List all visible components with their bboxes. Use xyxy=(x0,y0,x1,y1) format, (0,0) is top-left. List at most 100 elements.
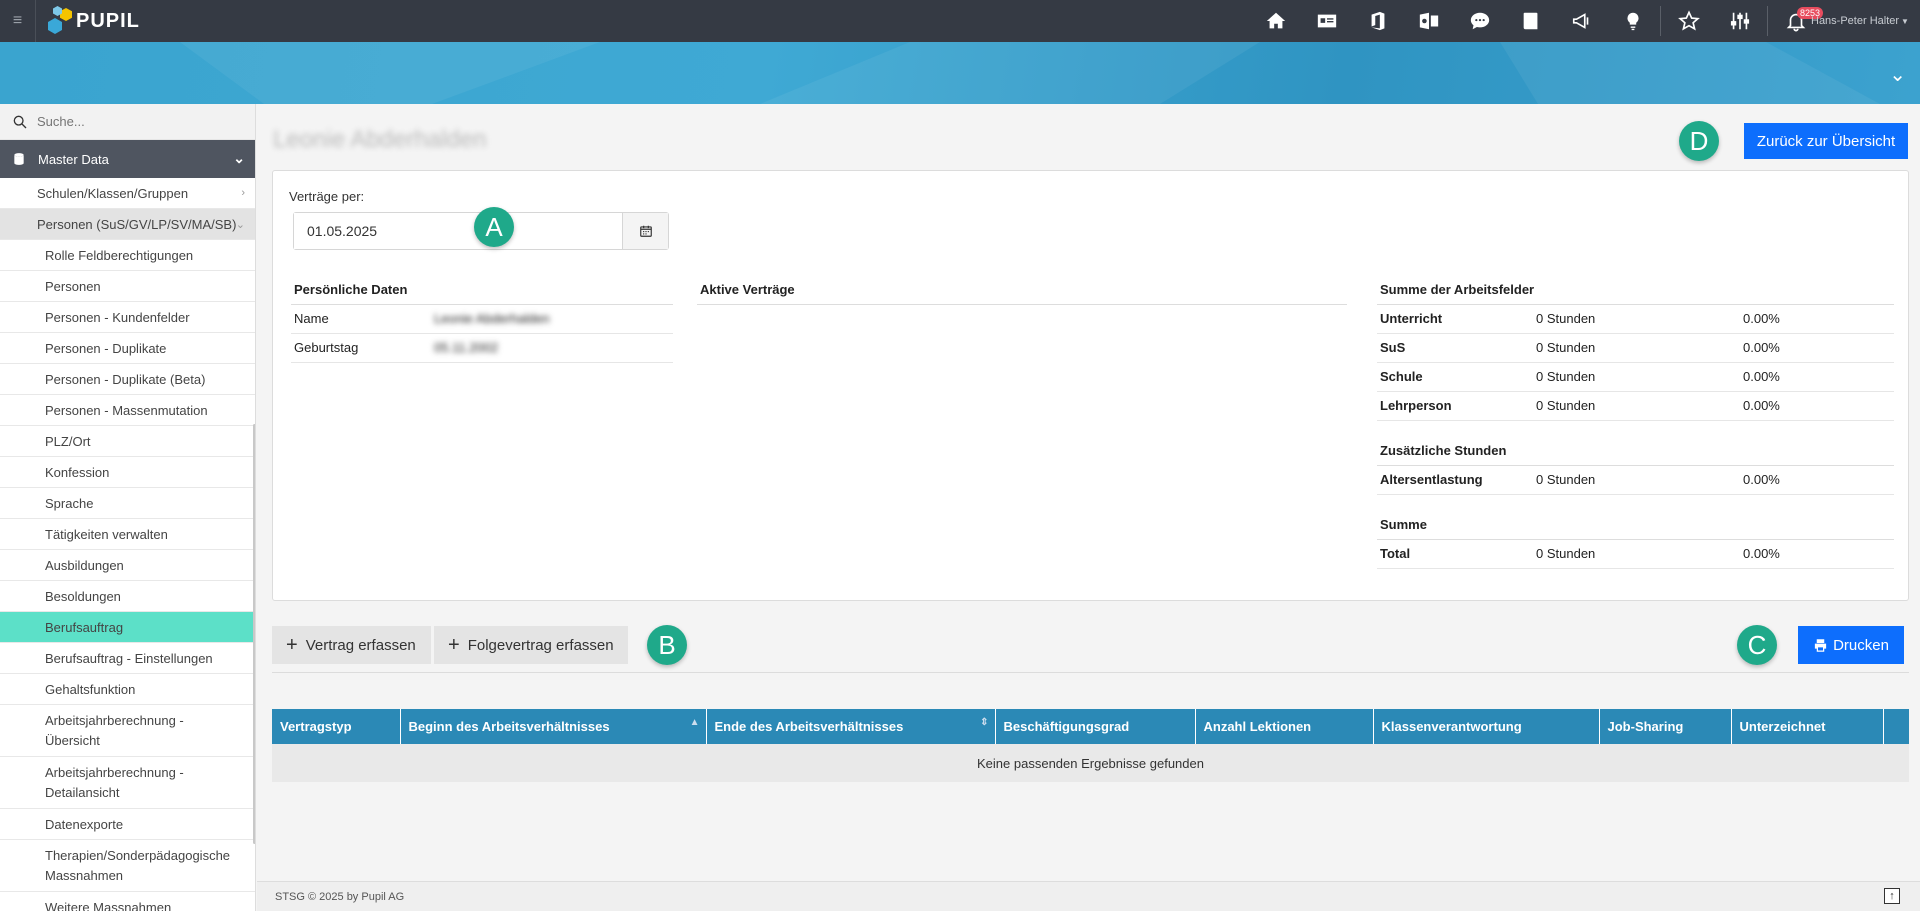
summary-percent: 0.00% xyxy=(1740,333,1894,363)
star-icon[interactable] xyxy=(1663,0,1714,42)
sidebar-item-label: Personen - Duplikate (Beta) xyxy=(45,371,206,387)
column-header-unterzeichnet[interactable]: Unterzeichnet xyxy=(1731,709,1884,744)
sidebar-item-personen-kundenfelder[interactable]: Personen - Kundenfelder xyxy=(0,302,255,333)
summary-hours: 0 Stunden xyxy=(1533,539,1740,569)
sidebar-item-berufsauftrag-einstellungen[interactable]: Berufsauftrag - Einstellungen xyxy=(0,643,255,674)
plus-icon: + xyxy=(286,634,298,656)
sidebar-item-label: Besoldungen xyxy=(45,588,121,604)
collapse-banner-chevron-icon[interactable]: ⌄ xyxy=(1889,62,1906,87)
footer-text: STSG © 2025 by Pupil AG xyxy=(275,890,405,903)
sidebar-item-sprache[interactable]: Sprache xyxy=(0,488,255,519)
add-contract-button[interactable]: + Vertrag erfassen xyxy=(272,626,431,664)
sidebar-item-rolle-feldberechtigungen[interactable]: Rolle Feldberechtigungen xyxy=(0,240,255,271)
back-to-overview-button[interactable]: Zurück zur Übersicht xyxy=(1744,123,1908,159)
total-title: Summe xyxy=(1377,510,1894,540)
personal-label: Name xyxy=(291,304,431,334)
office-icon[interactable] xyxy=(1352,0,1403,42)
sidebar-item-schulen[interactable]: Schulen/Klassen/Gruppen › xyxy=(0,178,255,209)
pupil-logo[interactable]: PUPIL xyxy=(48,0,140,42)
column-header-actions xyxy=(1883,709,1909,744)
sidebar-item-personen-massenmutation[interactable]: Personen - Massenmutation xyxy=(0,395,255,426)
sidebar-item-therapien[interactable]: Therapien/Sonderpädagogische Massnahmen xyxy=(0,840,255,892)
column-header-beschaeftigungsgrad[interactable]: Beschäftigungsgrad xyxy=(995,709,1196,744)
print-button[interactable]: Drucken xyxy=(1798,626,1904,664)
grid-header-row: Vertragstyp Beginn des Arbeitsverhältnis… xyxy=(272,709,1909,744)
sidebar-item-label: Arbeitsjahrberechnung - Übersicht xyxy=(45,712,184,748)
sidebar-item-personen[interactable]: Personen xyxy=(0,271,255,302)
sliders-icon[interactable] xyxy=(1714,0,1765,42)
add-followup-contract-button[interactable]: + Folgevertrag erfassen xyxy=(434,626,628,664)
sidebar-item-arbeitsjahr-detailansicht[interactable]: Arbeitsjahrberechnung - Detailansicht xyxy=(0,757,255,809)
sidebar-item-berufsauftrag[interactable]: Berufsauftrag xyxy=(0,612,255,643)
lightbulb-icon[interactable] xyxy=(1607,0,1658,42)
header-banner: ⌄ xyxy=(0,42,1920,104)
sidebar-item-personen-duplikate-beta[interactable]: Personen - Duplikate (Beta) xyxy=(0,364,255,395)
calendar-button[interactable] xyxy=(622,213,668,249)
megaphone-icon[interactable] xyxy=(1556,0,1607,42)
summary-percent: 0.00% xyxy=(1740,539,1894,569)
summary-title: Summe der Arbeitsfelder xyxy=(1377,275,1894,305)
marker-c: C xyxy=(1737,625,1777,665)
personal-value: Leonie Abderhalden xyxy=(431,304,673,334)
divider xyxy=(272,672,1909,673)
sidebar-item-label: Sprache xyxy=(45,495,94,511)
table-row: Altersentlastung 0 Stunden 0.00% xyxy=(1377,465,1894,495)
sidebar-item-personen-group[interactable]: Personen (SuS/GV/LP/SV/MA/SB) ⌄ xyxy=(0,209,255,240)
marker-d: D xyxy=(1679,121,1719,161)
scroll-to-top-icon[interactable]: ↑ xyxy=(1884,888,1900,904)
top-navbar: ≡ PUPIL 8253 Hans-Peter Halter ▼ xyxy=(0,0,1920,42)
sidebar-item-konfession[interactable]: Konfession xyxy=(0,457,255,488)
marker-b: B xyxy=(647,625,687,665)
sidebar-item-personen-duplikate[interactable]: Personen - Duplikate xyxy=(0,333,255,364)
search-input[interactable] xyxy=(37,114,237,129)
sidebar-item-taetigkeiten[interactable]: Tätigkeiten verwalten xyxy=(0,519,255,550)
user-menu[interactable]: Hans-Peter Halter ▼ xyxy=(1811,0,1909,42)
column-header-klassenverantwortung[interactable]: Klassenverantwortung xyxy=(1373,709,1600,744)
sidebar-item-label: Datenexporte xyxy=(45,816,124,832)
caret-down-icon: ▼ xyxy=(1901,16,1909,26)
work-fields-summary-table: Summe der Arbeitsfelder Unterricht 0 Stu… xyxy=(1377,275,1894,569)
contract-details-card: Verträge per: A Persönliche Daten Name L… xyxy=(272,170,1909,601)
sidebar-scrollbar[interactable] xyxy=(253,424,255,844)
sidebar-item-arbeitsjahr-uebersicht[interactable]: Arbeitsjahrberechnung - Übersicht xyxy=(0,705,255,757)
personal-data-title: Persönliche Daten xyxy=(291,275,673,305)
sidebar-item-label: Personen - Massenmutation xyxy=(45,402,208,418)
column-header-vertragstyp[interactable]: Vertragstyp xyxy=(272,709,401,744)
marker-a: A xyxy=(474,207,514,247)
calendar-icon xyxy=(639,225,652,237)
sidebar-item-datenexporte[interactable]: Datenexporte xyxy=(0,809,255,840)
contact-card-icon[interactable] xyxy=(1301,0,1352,42)
button-label: Vertrag erfassen xyxy=(305,636,416,654)
column-header-beginn[interactable]: Beginn des Arbeitsverhältnisses ▲ xyxy=(400,709,707,744)
contracts-date-label: Verträge per: xyxy=(289,189,365,204)
sidebar-item-label: Personen xyxy=(45,278,101,294)
home-icon[interactable] xyxy=(1250,0,1301,42)
column-header-label: Ende des Arbeitsverhältnisses xyxy=(714,719,904,734)
sidebar-item-ausbildungen[interactable]: Ausbildungen xyxy=(0,550,255,581)
book-icon[interactable] xyxy=(1505,0,1556,42)
column-header-label: Beginn des Arbeitsverhältnisses xyxy=(408,719,610,734)
sidebar-item-label: Weitere Massnahmen xyxy=(45,899,172,911)
table-row: Schule 0 Stunden 0.00% xyxy=(1377,362,1894,392)
section-label: Master Data xyxy=(38,151,109,167)
hamburger-menu-icon[interactable]: ≡ xyxy=(0,0,36,42)
sidebar-item-label: Personen (SuS/GV/LP/SV/MA/SB) xyxy=(37,216,237,232)
column-header-anzahl-lektionen[interactable]: Anzahl Lektionen xyxy=(1195,709,1374,744)
user-name: Hans-Peter Halter xyxy=(1811,15,1900,27)
contracts-date-input[interactable] xyxy=(294,213,622,249)
table-row: Name Leonie Abderhalden xyxy=(291,304,673,334)
column-header-job-sharing[interactable]: Job-Sharing xyxy=(1599,709,1732,744)
outlook-icon[interactable] xyxy=(1403,0,1454,42)
sidebar-item-label: Konfession xyxy=(45,464,110,480)
chat-icon[interactable] xyxy=(1454,0,1505,42)
sidebar-item-weitere-massnahmen[interactable]: Weitere Massnahmen xyxy=(0,892,255,911)
summary-hours: 0 Stunden xyxy=(1533,304,1740,334)
summary-label: Lehrperson xyxy=(1377,391,1533,421)
sidebar-item-label: Rolle Feldberechtigungen xyxy=(45,247,194,263)
sidebar-item-plz-ort[interactable]: PLZ/Ort xyxy=(0,426,255,457)
sidebar-item-besoldungen[interactable]: Besoldungen xyxy=(0,581,255,612)
sidebar-item-gehaltsfunktion[interactable]: Gehaltsfunktion xyxy=(0,674,255,705)
column-header-label: Vertragstyp xyxy=(280,719,352,734)
sidebar-section-master-data[interactable]: Master Data ⌄ xyxy=(0,140,255,178)
column-header-ende[interactable]: Ende des Arbeitsverhältnisses ⇕ xyxy=(706,709,996,744)
